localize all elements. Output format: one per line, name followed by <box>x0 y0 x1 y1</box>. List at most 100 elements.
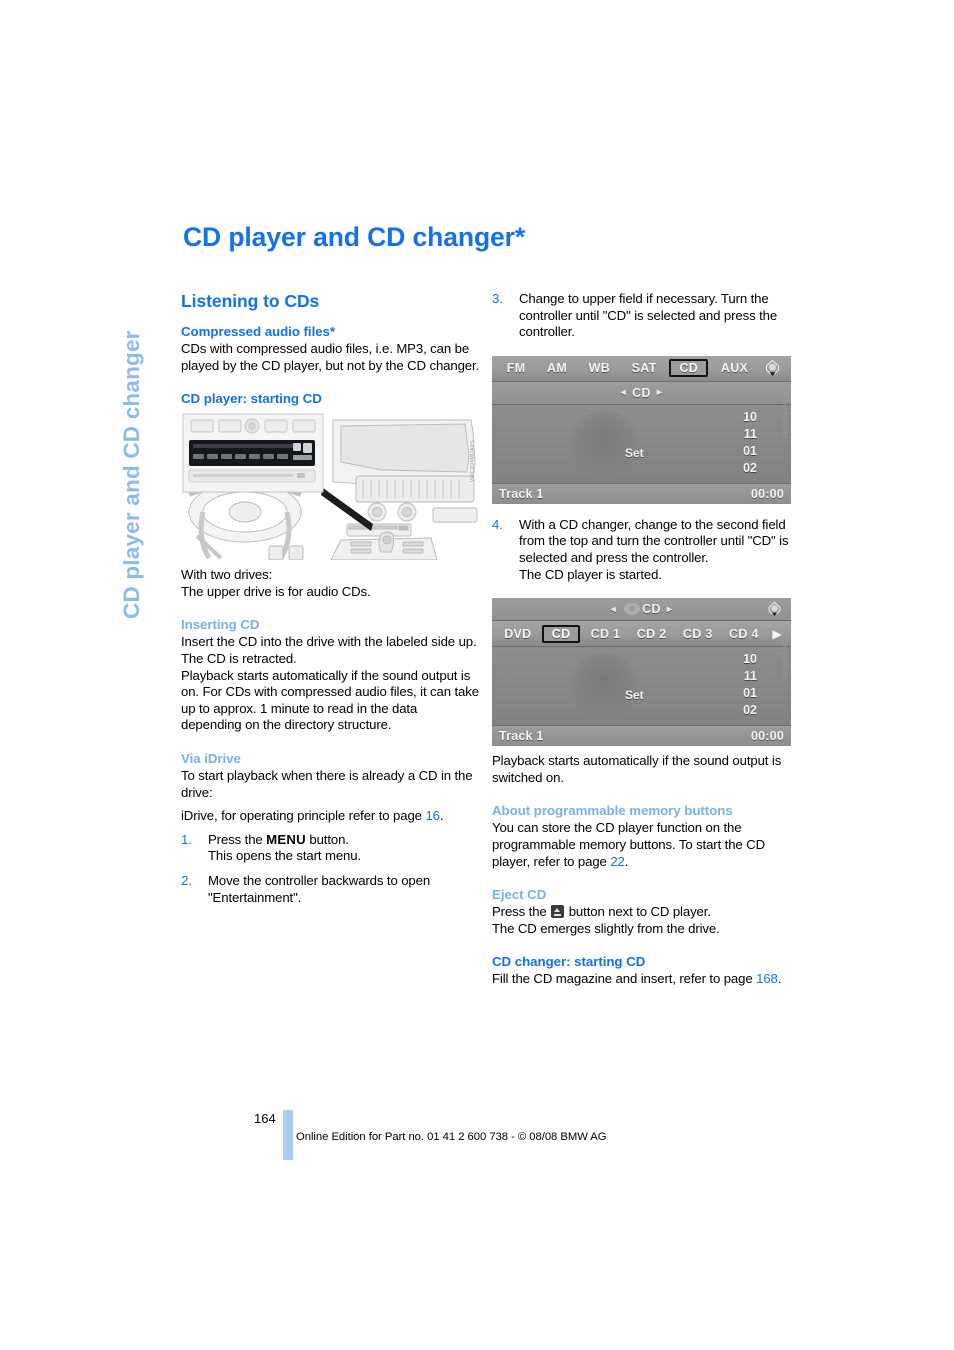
display2-tab-cd-2[interactable]: CD 2 <box>629 625 675 643</box>
right-arrow-icon[interactable]: ▸ <box>657 387 662 398</box>
display1-number[interactable]: 11 <box>743 426 757 443</box>
via-idrive-body-1: To start playback when there is already … <box>181 767 473 800</box>
right-column-steps-mid: 4. With a CD changer, change to the seco… <box>492 517 791 583</box>
display1-track-label: Track 1 <box>499 486 544 501</box>
display2-time-label: 00:00 <box>751 729 784 744</box>
inserting-cd-body-1: Insert the CD into the drive with the la… <box>181 634 477 666</box>
page-reference-168[interactable]: 168 <box>756 971 778 986</box>
subheading-via-idrive: Via iDrive <box>181 750 241 766</box>
display2-tab-cd-4[interactable]: CD 4 <box>721 625 767 643</box>
display1-tab-aux[interactable]: AUX <box>710 359 759 377</box>
cd-changer-body-post: . <box>777 971 782 987</box>
step-item: 4. With a CD changer, change to the seco… <box>492 517 791 583</box>
page-number: 164 <box>254 1111 276 1126</box>
display2-track-label: Track 1 <box>499 729 544 744</box>
section-heading-listening-to-cds: Listening to CDs <box>181 291 320 311</box>
subheading-cd-changer-starting-cd: CD changer: starting CD <box>492 954 646 970</box>
step-item: 1. Press the MENU button. This opens the… <box>181 832 480 865</box>
display2-tab-cd-selected[interactable]: CD <box>541 624 581 643</box>
eject-cd-body-2: The CD emerges slightly from the drive. <box>492 920 720 936</box>
subheading-about-programmable-memory-buttons: About programmable memory buttons <box>492 803 733 819</box>
display2-body: Set 10 11 01 02 <box>492 647 791 726</box>
dashboard-illustration-svg <box>181 412 480 561</box>
step-text-line-2: This opens the start menu. <box>208 848 362 864</box>
eject-cd-body-1: Press the button next to CD player. <box>492 904 791 921</box>
inserting-cd-body-2: Playback starts automatically if the sou… <box>181 667 479 733</box>
dashboard-caption-line-1: With two drives: <box>181 567 273 583</box>
imprint-line: Online Edition for Part no. 01 41 2 600 … <box>296 1131 607 1143</box>
display1-tab-am[interactable]: AM <box>536 359 578 377</box>
display1-tab-wb[interactable]: WB <box>578 359 621 377</box>
illustration-code-left: VWCD04MUAPS <box>470 440 477 483</box>
subheading-compressed-audio-files: Compressed audio files* <box>181 324 336 339</box>
step-number: 1. <box>181 831 192 847</box>
display2-number[interactable]: 02 <box>743 702 757 719</box>
memory-buttons-body: You can store the CD player function on … <box>492 820 791 870</box>
cd-disc-graphic <box>570 653 638 716</box>
illustration-code-display1: VWCD01MUAPS <box>783 395 790 438</box>
memory-buttons-body-post: . <box>624 853 629 869</box>
display1-tab-cd-selected[interactable]: CD <box>669 359 709 378</box>
joystick-icon <box>766 601 783 621</box>
display1-tab-fm[interactable]: FM <box>496 359 536 377</box>
cd-changer-starting-body: Fill the CD magazine and insert, refer t… <box>492 971 791 988</box>
display2-tab-dvd[interactable]: DVD <box>496 625 540 643</box>
page-number-accent-bar <box>283 1110 293 1160</box>
page-title: CD player and CD changer* <box>183 222 526 252</box>
display1-source-tab-bar: FM AM WB SAT CD AUX <box>492 355 791 382</box>
step-item: 2. Move the controller backwards to open… <box>181 873 480 906</box>
page-reference-16[interactable]: 16 <box>425 808 440 823</box>
via-idrive-body-2-pre: iDrive, for operating principle refer to… <box>181 808 426 824</box>
right-column: 3. Change to upper field if necessary. T… <box>492 291 791 988</box>
display1-number[interactable]: 02 <box>743 460 757 477</box>
page-reference-22[interactable]: 22 <box>610 854 625 869</box>
display1-number[interactable]: 01 <box>743 443 757 460</box>
display1-number-list: 10 11 01 02 <box>743 409 757 477</box>
cd-changer-body-pre: Fill the CD magazine and insert, refer t… <box>492 971 757 987</box>
left-column: Listening to CDs Compressed audio files*… <box>181 291 480 914</box>
step-text-post: button. <box>305 831 349 847</box>
left-arrow-icon[interactable]: ◂ <box>621 387 626 398</box>
step-number: 4. <box>492 516 503 532</box>
display2-status-bar: Track 1 00:00 <box>492 725 791 747</box>
joystick-icon <box>759 359 787 378</box>
via-idrive-body-2-post: . <box>439 808 444 824</box>
display2-number[interactable]: 01 <box>743 685 757 702</box>
display2-title-label: CD <box>642 602 661 617</box>
display1-time-label: 00:00 <box>751 486 784 501</box>
display1-title-label: CD <box>632 385 651 400</box>
step-number: 2. <box>181 872 192 888</box>
right-column-steps-top: 3. Change to upper field if necessary. T… <box>492 291 791 341</box>
display1-number[interactable]: 10 <box>743 409 757 426</box>
vehicle-icon <box>622 602 642 616</box>
step-text: Change to upper field if necessary. Turn… <box>519 291 778 340</box>
menu-button-label: MENU <box>266 831 306 847</box>
subheading-cd-player-starting-cd: CD player: starting CD <box>181 391 322 407</box>
step-text: With a CD changer, change to the second … <box>519 516 789 565</box>
via-idrive-body-2: iDrive, for operating principle refer to… <box>181 808 480 825</box>
chapter-side-tab: CD player and CD changer <box>108 230 160 630</box>
display2-number[interactable]: 10 <box>743 651 757 668</box>
right-arrow-icon[interactable]: ▸ <box>667 604 672 615</box>
cd-disc-graphic <box>570 410 638 473</box>
memory-buttons-body-pre: You can store the CD player function on … <box>492 820 765 869</box>
step-text-pre: Move the controller backwards to open "E… <box>208 872 431 905</box>
eject-cd-text-pre: Press the <box>492 904 551 920</box>
display2-tab-cd-3[interactable]: CD 3 <box>675 625 721 643</box>
display1-set-label[interactable]: Set <box>625 446 644 460</box>
display1-body: Set 10 11 01 02 <box>492 404 791 483</box>
car-dashboard-cd-drive-illustration: VWCD04MUAPS <box>181 412 480 561</box>
display2-number[interactable]: 11 <box>743 668 757 685</box>
display2-number-list: 10 11 01 02 <box>743 651 757 719</box>
chapter-side-tab-label: CD player and CD changer <box>119 330 144 619</box>
display2-set-label[interactable]: Set <box>625 688 644 702</box>
display1-tab-sat[interactable]: SAT <box>621 359 668 377</box>
subheading-inserting-cd: Inserting CD <box>181 617 260 633</box>
manual-page: CD player and CD changer CD player and C… <box>0 0 954 1350</box>
after-display2-body: Playback starts automatically if the sou… <box>492 753 782 785</box>
left-arrow-icon[interactable]: ◂ <box>611 604 616 615</box>
display2-tab-cd-1[interactable]: CD 1 <box>582 625 628 643</box>
eject-button-icon <box>551 905 565 919</box>
subheading-eject-cd: Eject CD <box>492 887 547 903</box>
eject-cd-text-post: button next to CD player. <box>565 904 711 920</box>
